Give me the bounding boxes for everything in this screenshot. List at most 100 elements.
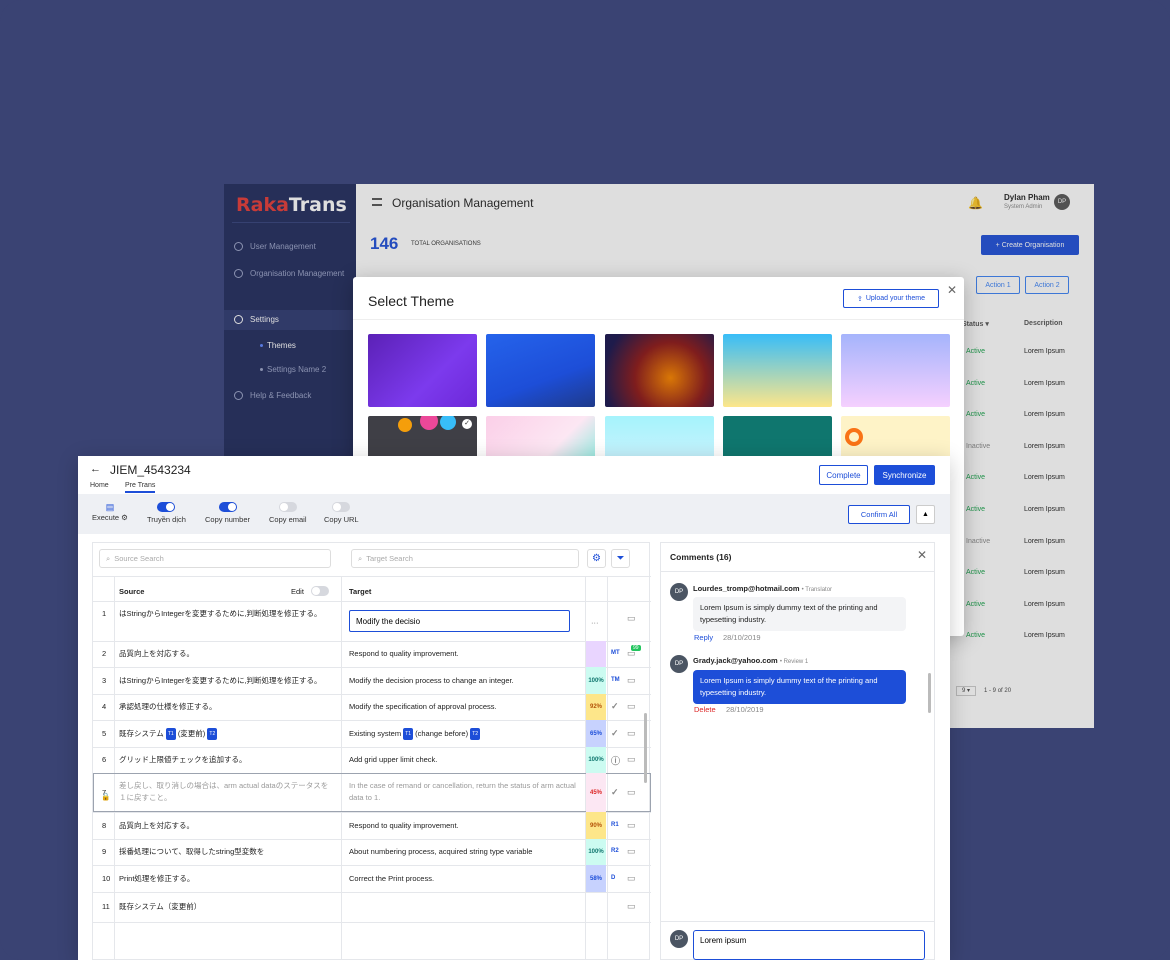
menu-icon[interactable] [372,198,382,206]
target-cell[interactable]: Modify the decision process to change an… [349,675,579,687]
pager[interactable]: 9 ▾ 1 - 9 of 20 [956,686,1011,696]
target-cell[interactable]: Modify the specification of approval pro… [349,701,579,713]
close-icon[interactable]: ✕ [917,548,927,562]
status-badge: Active [966,632,986,640]
comment-author: Grady.jack@yahoo.com • Review 1 [693,656,809,665]
source-cell[interactable]: 採番処理について、取得したstring型変数を [119,846,334,858]
row-number: 8 [102,820,107,830]
document-title: JIEM_4543234 [110,463,191,477]
status-badge: Active [966,474,986,482]
source-cell[interactable]: はStringからIntegerを変更するために,判断処理を修正する。 [119,608,334,620]
comment-icon[interactable]: ▭ [627,846,636,857]
target-cell[interactable]: Existing system T1 (change before) T2 [349,727,579,740]
comment-icon[interactable]: ▭ [627,820,636,831]
comment-icon[interactable]: ▭ [627,754,636,765]
upload-theme-button[interactable]: ⇪ Upload your theme [843,289,939,308]
source-cell[interactable]: 品質向上を対応する。 [119,820,334,832]
comment-icon[interactable]: ▭ [627,873,636,884]
avatar[interactable]: DP [1054,194,1070,210]
source-search-input[interactable]: ⌕ Source Search [99,549,331,568]
description-cell: Lorem Ipsum [1024,379,1065,387]
tab-pre-trans[interactable]: Pre Trans [125,482,156,493]
execute-icon: ▤ [105,502,115,512]
user-info[interactable]: Dylan Pham System Admin [1004,193,1050,210]
complete-button[interactable]: Complete [819,465,868,485]
comment-input[interactable]: Lorem ipsum [693,930,925,960]
theme-lavender[interactable] [841,334,950,407]
toggle-copy-number[interactable]: Copy number [205,502,250,524]
source-cell[interactable]: 差し戻し、取り消しの場合は、arm actual dataのステータスを１に戻す… [119,780,334,804]
total-label: TOTAL ORGANISATIONS [411,241,481,247]
source-cell[interactable]: 承認処理の仕様を修正する。 [119,701,334,713]
sidebar-sub-settings-name-2[interactable]: Settings Name 2 [260,365,326,374]
check-icon[interactable]: ✓ [611,787,619,798]
status-column-header[interactable]: Status ▾ [962,320,989,328]
execute-button[interactable]: ▤ Execute ⚙ [92,502,128,522]
row-number: 9 [102,847,107,856]
source-cell[interactable]: グリッド上限値チェックを追加する。 [119,754,334,766]
theme-galaxy[interactable] [605,334,714,407]
comment-icon[interactable]: ▭ [627,701,636,712]
sidebar-item-user-management[interactable]: User Management [234,242,316,251]
target-cell[interactable]: In the case of remand or cancellation, r… [349,780,579,804]
check-icon[interactable]: ✓ [611,701,619,712]
delete-link[interactable]: Delete [694,705,716,714]
confirm-all-button[interactable]: Confirm All [848,505,910,524]
synchronize-button[interactable]: Synchronize [874,465,935,485]
create-organisation-button[interactable]: + Create Organisation [981,235,1079,255]
check-icon[interactable]: ✓ [611,728,619,739]
comment-icon[interactable]: ▭ [627,728,636,739]
target-edit-input[interactable]: Modify the decisio [349,610,570,632]
action-2-button[interactable]: Action 2 [1025,276,1069,294]
more-icon[interactable]: ··· [591,617,599,629]
sidebar-sub-themes[interactable]: Themes [260,341,296,350]
target-cell[interactable]: Add grid upper limit check. [349,754,579,766]
action-1-button[interactable]: Action 1 [976,276,1020,294]
toggle-copy-email[interactable]: Copy email [269,502,307,524]
close-icon[interactable]: ✕ [947,283,957,297]
filter-icon[interactable]: ⏷ [611,549,630,568]
target-cell[interactable]: Correct the Print process. [349,873,579,885]
tab-home[interactable]: Home [90,482,109,489]
theme-sunrise[interactable] [723,334,832,407]
match-percent: 100% [586,839,606,865]
comment-text: Lorem Ipsum is simply dummy text of the … [693,670,906,704]
source-cell[interactable]: 既存システム（変更前） [119,901,334,913]
comment-icon[interactable]: ▭ [627,901,636,912]
match-percent: 90% [586,812,606,839]
source-cell[interactable]: 既存システム T1 (変更前) T2 [119,727,334,740]
collapse-button[interactable]: ▲ [916,505,935,524]
description-cell: Lorem Ipsum [1024,537,1065,545]
target-cell[interactable]: Respond to quality improvement. [349,648,579,660]
sidebar-item-help[interactable]: Help & Feedback [234,391,311,400]
edit-toggle[interactable] [311,586,329,596]
avatar: DP [670,655,688,673]
bell-icon[interactable]: 🔔 [968,196,983,210]
comment-icon[interactable]: ▭ [627,787,636,798]
source-cell[interactable]: Print処理を修正する。 [119,873,334,885]
info-icon[interactable]: ⓘ [611,754,620,767]
page-title: Organisation Management [392,196,534,210]
back-arrow-icon[interactable]: ← [90,463,101,475]
comment-icon[interactable]: ▭ [627,675,636,686]
match-percent: 65% [586,720,606,747]
theme-purple[interactable] [368,334,477,407]
target-cell[interactable]: Respond to quality improvement. [349,820,579,832]
source-cell[interactable]: はStringからIntegerを変更するために,判断処理を修正する。 [119,675,334,687]
toggle-truyen-dich[interactable]: Truyền dịch [147,502,186,524]
target-search-input[interactable]: ⌕ Target Search [351,549,579,568]
target-cell[interactable]: About numbering process, acquired string… [349,846,579,858]
origin-tag: TM [611,676,620,683]
sidebar-item-settings[interactable]: Settings [234,315,279,324]
comment-icon[interactable]: ▭ [627,613,636,624]
toggle-copy-url[interactable]: Copy URL [324,502,359,524]
reply-link[interactable]: Reply [694,633,713,642]
status-badge: Active [966,411,986,419]
match-percent: 100% [586,747,606,773]
sidebar-item-organisation-management[interactable]: Organisation Management [234,269,344,278]
source-cell[interactable]: 品質向上を対応する。 [119,648,334,660]
theme-blue[interactable] [486,334,595,407]
gear-icon[interactable]: ⚙ [587,549,606,568]
status-badge: Active [966,379,986,387]
row-number: 4 [102,702,107,711]
